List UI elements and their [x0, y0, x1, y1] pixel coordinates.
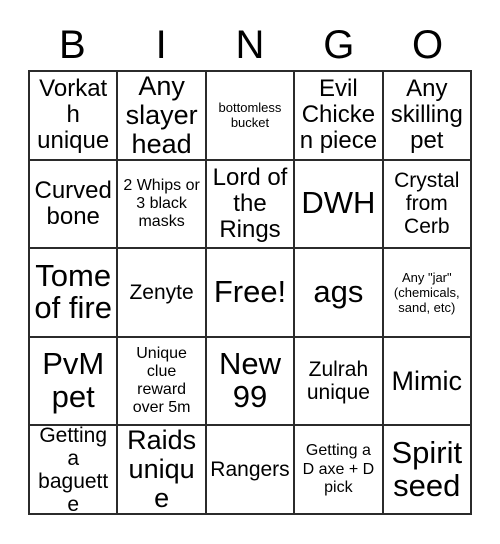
bingo-cell-r3c5[interactable]: Any "jar" (chemicals, sand, etc) [383, 249, 472, 338]
bingo-cell-r3c3[interactable]: Free! [206, 249, 296, 338]
bingo-cell-label: Raids unique [127, 426, 197, 514]
bingo-header-letter-g: G [323, 23, 355, 67]
bingo-cell-r1c1[interactable]: Vorkath unique [30, 72, 119, 161]
bingo-cell-r4c2[interactable]: Unique clue reward over 5m [118, 337, 207, 427]
bingo-cell-label: Getting a D axe + D pick [302, 442, 375, 496]
bingo-cell-r2c2[interactable]: 2 Whips or 3 black masks [118, 160, 207, 250]
bingo-cell-label: Mimic [391, 365, 463, 396]
bingo-cell-r5c4[interactable]: Getting a D axe + D pick [295, 426, 384, 515]
bingo-cell-r4c1[interactable]: PvM pet [30, 337, 119, 427]
bingo-card: B I N G O Vorkath unique Any slayer head botto… [0, 0, 500, 544]
bingo-header-letter-o: O [412, 23, 444, 67]
bingo-cell-label: PvM pet [42, 346, 105, 415]
bingo-cell-r4c3[interactable]: New 99 [206, 337, 296, 427]
bingo-header-letter-b: B [59, 23, 86, 67]
bingo-cell-label: Any skilling pet [390, 75, 463, 155]
bingo-cell-label: Lord of the Rings [212, 164, 288, 243]
bingo-cell-r5c2[interactable]: Raids unique [118, 426, 207, 515]
bingo-cell-r2c1[interactable]: Curved bone [30, 160, 119, 250]
bingo-cell-label: 2 Whips or 3 black masks [123, 176, 200, 230]
bingo-cell-label: Any slayer head [125, 72, 198, 159]
bingo-cell-r3c4[interactable]: ags [295, 249, 384, 338]
bingo-cell-label: Getting a baguette [38, 426, 109, 515]
bingo-cell-label: bottomless bucket [218, 99, 282, 131]
bingo-cell-label: ags [313, 274, 364, 310]
bingo-cell-r3c1[interactable]: Tome of fire [30, 249, 119, 338]
bingo-cell-label: Evil Chicken piece [299, 75, 378, 155]
bingo-cell-label: Unique clue reward over 5m [132, 344, 191, 417]
bingo-cell-label: Tome of fire [34, 257, 112, 326]
bingo-cell-label: Crystal from Cerb [394, 169, 460, 239]
bingo-cell-label: Curved bone [34, 176, 112, 230]
bingo-cell-r1c3[interactable]: bottomless bucket [206, 72, 296, 161]
bingo-cell-label: Zenyte [129, 280, 194, 304]
bingo-cell-r5c3[interactable]: Rangers [206, 426, 296, 515]
bingo-header: BINGO [28, 20, 472, 70]
bingo-cell-label: DWH [301, 185, 376, 221]
bingo-cell-r2c4[interactable]: DWH [295, 160, 384, 250]
bingo-cell-r2c5[interactable]: Crystal from Cerb [383, 160, 472, 250]
bingo-cell-r1c2[interactable]: Any slayer head [118, 72, 207, 161]
bingo-header-letter-n: N [235, 23, 265, 67]
bingo-cell-label: Zulrah unique [306, 358, 370, 405]
bingo-cell-r1c5[interactable]: Any skilling pet [383, 72, 472, 161]
bingo-cell-r5c5[interactable]: Spirit seed [383, 426, 472, 515]
bingo-cell-r1c4[interactable]: Evil Chicken piece [295, 72, 384, 161]
bingo-cell-label: Any "jar" (chemicals, sand, etc) [393, 269, 460, 316]
bingo-cell-r4c4[interactable]: Zulrah unique [295, 337, 384, 427]
bingo-cell-r3c2[interactable]: Zenyte [118, 249, 207, 338]
bingo-header-letter-i: I [155, 23, 167, 67]
bingo-cell-label: Rangers [210, 458, 290, 482]
bingo-cell-label: Spirit seed [391, 434, 463, 503]
bingo-cell-r4c5[interactable]: Mimic [383, 337, 472, 427]
bingo-cell-label: New 99 [218, 346, 281, 415]
bingo-grid: Vorkath unique Any slayer head bottomless … [28, 70, 472, 515]
bingo-cell-label: Vorkath unique [37, 75, 110, 155]
bingo-cell-r5c1[interactable]: Getting a baguette [30, 426, 119, 515]
bingo-cell-r2c3[interactable]: Lord of the Rings [206, 160, 296, 250]
bingo-cell-label: Free! [213, 274, 287, 310]
